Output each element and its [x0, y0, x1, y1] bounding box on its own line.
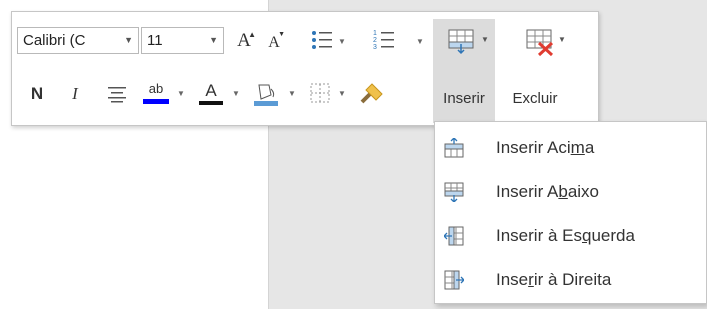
center-align-button[interactable] [106, 82, 128, 106]
menu-item-insert-below[interactable]: Inserir Abaixo [435, 170, 706, 214]
shrink-font-button[interactable]: A ▼ [262, 31, 286, 55]
insert-column-left-icon [444, 226, 464, 246]
bold-icon: N [30, 84, 44, 103]
font-name-value: Calibri (C [23, 32, 86, 49]
grow-font-button[interactable]: A ▲ [232, 29, 256, 53]
chevron-down-icon[interactable]: ▼ [232, 89, 240, 98]
format-painter-icon [360, 83, 383, 104]
delete-label: Excluir [512, 90, 558, 107]
chevron-down-icon[interactable]: ▼ [338, 89, 346, 98]
highlight-button[interactable]: ab [141, 78, 171, 108]
insert-dropdown-menu: Inserir Acima Inserir Abaixo Inserir à E… [434, 121, 707, 304]
shading-button[interactable] [250, 78, 282, 108]
delete-button[interactable]: ▼ Excluir [498, 19, 572, 123]
chevron-down-icon[interactable]: ▼ [558, 35, 566, 44]
menu-item-insert-right[interactable]: Inserir à Direita [435, 258, 706, 302]
chevron-down-icon[interactable]: ▼ [209, 28, 218, 53]
menu-item-label: Inserir à Direita [496, 270, 612, 289]
menu-item-label: Inserir à Esquerda [496, 226, 635, 245]
paint-bucket-icon [254, 84, 278, 106]
align-center-icon [108, 87, 126, 103]
chevron-down-icon[interactable]: ▼ [416, 37, 424, 46]
delete-table-icon [526, 29, 554, 57]
chevron-down-icon[interactable]: ▼ [177, 89, 185, 98]
font-color-bar [199, 100, 223, 105]
svg-text:2: 2 [373, 37, 377, 44]
numbering-icon: 1 2 3 [373, 30, 394, 51]
font-color-icon: A [205, 80, 217, 100]
insert-button[interactable]: ▼ Inserir [433, 19, 495, 123]
menu-item-label: Inserir Acima [496, 138, 595, 157]
insert-row-below-icon [444, 182, 464, 202]
bullets-icon [312, 31, 332, 49]
insert-row-above-icon [444, 138, 464, 158]
insert-label: Inserir [443, 90, 485, 107]
format-painter-button[interactable] [356, 78, 388, 108]
bullets-button[interactable] [308, 26, 336, 54]
highlight-icon: ab [148, 81, 164, 96]
svg-text:1: 1 [373, 30, 377, 37]
font-size-value: 11 [147, 32, 163, 49]
insert-column-right-icon [444, 270, 464, 290]
menu-item-label: Inserir Abaixo [496, 182, 600, 201]
font-color-button[interactable]: A [196, 78, 226, 108]
font-size-combo[interactable]: 11 ▼ [141, 27, 224, 54]
borders-button[interactable] [308, 80, 332, 106]
chevron-down-icon[interactable]: ▼ [481, 35, 489, 44]
bold-button[interactable]: N [26, 82, 48, 106]
chevron-down-icon[interactable]: ▼ [338, 37, 346, 46]
caret-down-icon: ▼ [278, 31, 285, 38]
menu-item-insert-above[interactable]: Inserir Acima [435, 126, 706, 170]
borders-icon [310, 83, 330, 103]
caret-up-icon: ▲ [248, 30, 256, 39]
numbering-button[interactable]: 1 2 3 [370, 26, 398, 54]
chevron-down-icon[interactable]: ▼ [124, 28, 133, 53]
chevron-down-icon[interactable]: ▼ [288, 89, 296, 98]
highlight-color-bar [143, 99, 169, 104]
svg-text:3: 3 [373, 44, 377, 51]
mini-toolbar: Calibri (C ▼ 11 ▼ A ▲ A ▼ ▼ 1 2 3 ▼ ▼ In… [11, 11, 599, 126]
font-name-combo[interactable]: Calibri (C ▼ [17, 27, 139, 54]
italic-button[interactable]: I [64, 82, 86, 106]
italic-icon: I [72, 84, 78, 103]
menu-item-insert-left[interactable]: Inserir à Esquerda [435, 214, 706, 258]
insert-table-icon [448, 29, 474, 55]
